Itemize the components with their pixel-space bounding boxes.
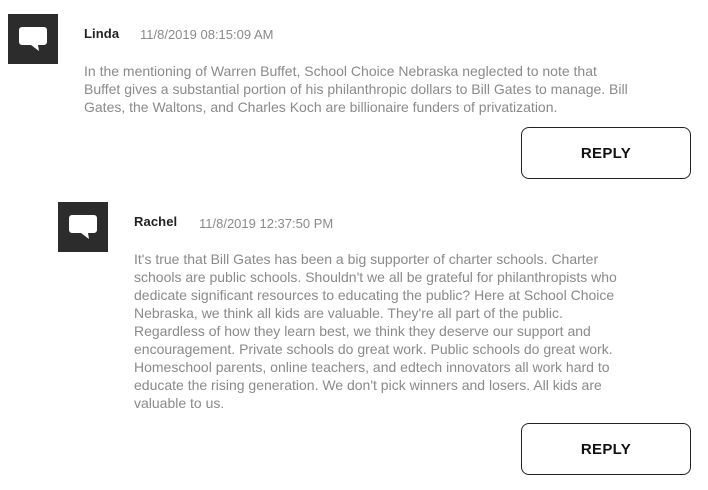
comment-body-line: Regardless of how they learn best, we th… xyxy=(134,323,591,339)
comment-author: Rachel xyxy=(134,214,178,229)
speech-bubble-icon xyxy=(19,27,47,51)
comment-avatar xyxy=(8,14,58,64)
comment-body-line: educate the rising generation. We don't … xyxy=(134,377,602,393)
comment-body-line: Homeschool parents, online teachers, and… xyxy=(134,359,610,375)
comment-body-line: Nebraska, we think all kids are valuable… xyxy=(134,305,563,321)
reply-button[interactable]: REPLY xyxy=(521,127,691,179)
comment-avatar xyxy=(58,202,108,252)
comment-body-line: schools are public schools. Shouldn't we… xyxy=(134,269,617,285)
comment-body-line: dedicate significant resources to educat… xyxy=(134,287,615,303)
comment-body: It's true that Bill Gates has been a big… xyxy=(134,250,694,412)
comment-author: Linda xyxy=(84,26,120,41)
comment-body-line: Gates, the Waltons, and Charles Koch are… xyxy=(84,99,558,115)
comment-body-line: In the mentioning of Warren Buffet, Scho… xyxy=(84,63,597,79)
speech-bubble-icon xyxy=(69,215,97,239)
comment-body: In the mentioning of Warren Buffet, Scho… xyxy=(84,62,684,116)
comment-body-line: encouragement. Private schools do great … xyxy=(134,341,613,357)
comment-timestamp: 11/8/2019 08:15:09 AM xyxy=(140,27,274,42)
comment-body-line: Buffet gives a substantial portion of hi… xyxy=(84,81,628,97)
comment-linda: Linda 11/8/2019 08:15:09 AM In the menti… xyxy=(0,0,708,190)
comment-rachel: Rachel 11/8/2019 12:37:50 PM It's true t… xyxy=(0,190,708,490)
comment-timestamp: 11/8/2019 12:37:50 PM xyxy=(199,216,334,231)
comment-body-line: valuable to us. xyxy=(134,395,225,411)
comment-body-line: It's true that Bill Gates has been a big… xyxy=(134,251,599,267)
reply-button[interactable]: REPLY xyxy=(521,423,691,475)
